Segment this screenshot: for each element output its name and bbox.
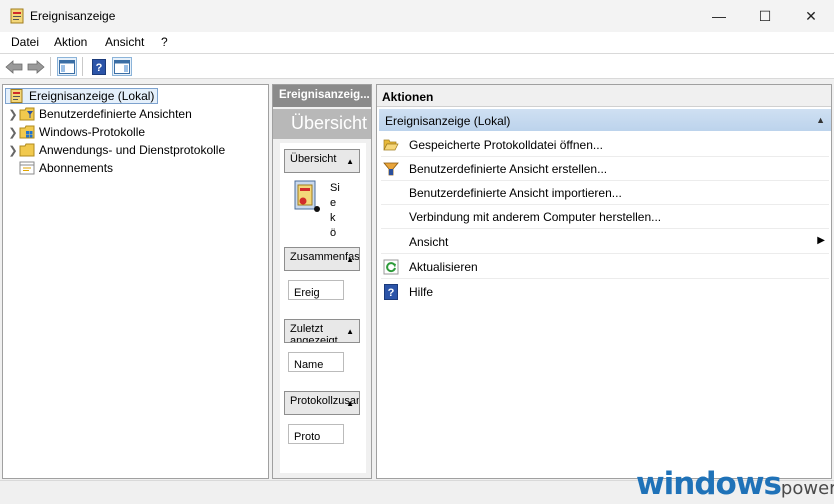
collapse-icon[interactable]: ▲ <box>346 254 354 266</box>
section-header-summary[interactable]: Zusammenfassung ▲ <box>284 247 360 271</box>
tree-node-subscriptions[interactable]: Abonnements <box>7 159 113 177</box>
tree-node-root[interactable]: Ereignisanzeige (Lokal) <box>5 87 159 105</box>
action-help[interactable]: ? Hilfe <box>381 280 829 304</box>
overview-text-line: ö <box>330 227 337 239</box>
folder-icon <box>19 143 35 157</box>
pane-header: Ereignisanzeig... <box>273 85 371 107</box>
section-title: Übersicht <box>290 153 337 165</box>
section-header-recent[interactable]: Zuletzt angezeigt ▲ <box>284 319 360 343</box>
actions-group-title: Ereignisanzeige (Lokal) <box>385 114 511 128</box>
menu-ansicht[interactable]: Ansicht <box>105 35 144 49</box>
help-icon: ? <box>383 284 399 300</box>
action-label: Benutzerdefinierte Ansicht importieren..… <box>409 186 622 200</box>
action-label: Aktualisieren <box>409 260 478 274</box>
action-view[interactable]: Ansicht ▶ <box>381 230 829 254</box>
toolbar-separator <box>50 57 51 76</box>
tree-node-label: Ereignisanzeige (Lokal) <box>29 89 155 103</box>
back-arrow-icon <box>5 59 23 74</box>
svg-text:?: ? <box>96 62 103 74</box>
section-header-overview[interactable]: Übersicht ▲ <box>284 149 360 173</box>
expand-chevron-icon[interactable]: ❯ <box>7 144 19 157</box>
overview-text-line: e <box>330 197 337 209</box>
action-label: Verbindung mit anderem Computer herstell… <box>409 210 662 224</box>
action-label: Ansicht <box>409 235 449 249</box>
collapse-icon[interactable]: ▲ <box>346 398 354 410</box>
toolbar-separator <box>82 57 83 76</box>
back-button[interactable] <box>4 57 24 76</box>
menu-aktion[interactable]: Aktion <box>54 35 87 49</box>
action-connect-computer[interactable]: Verbindung mit anderem Computer herstell… <box>381 205 829 229</box>
event-viewer-icon <box>10 89 23 103</box>
console-tree: Ereignisanzeige (Lokal) ❯ Benutzerdefini… <box>2 84 269 479</box>
watermark-suffix: power. <box>780 478 834 499</box>
action-import-custom-view[interactable]: Benutzerdefinierte Ansicht importieren..… <box>381 181 829 205</box>
menu-datei[interactable]: Datei <box>11 35 39 49</box>
overview-content: Übersicht ▲ Si e k ö Zusammenfassung ▲ E… <box>280 143 366 473</box>
tree-node-label: Abonnements <box>39 161 114 175</box>
maximize-icon: ☐ <box>758 7 772 24</box>
expand-chevron-icon[interactable]: ❯ <box>7 108 19 121</box>
tree-node-label: Windows-Protokolle <box>39 125 146 139</box>
action-create-custom-view[interactable]: Benutzerdefinierte Ansicht erstellen... <box>381 157 829 181</box>
event-log-icon <box>294 180 320 212</box>
collapse-icon[interactable]: ▲ <box>346 326 354 338</box>
action-label: Gespeicherte Protokolldatei öffnen... <box>409 138 603 152</box>
tree-node-selection: Ereignisanzeige (Lokal) <box>5 88 159 104</box>
filter-icon <box>383 161 399 177</box>
close-button[interactable]: ✕ <box>788 0 834 32</box>
action-label: Hilfe <box>409 285 434 299</box>
toolbar: ? <box>0 53 834 79</box>
forward-arrow-icon <box>27 59 45 74</box>
overview-pane: Ereignisanzeig... Übersicht Übersicht ▲ … <box>272 84 372 479</box>
event-viewer-app-icon <box>10 8 24 24</box>
help-button[interactable]: ? <box>89 57 109 76</box>
minimize-icon: — <box>712 8 726 24</box>
show-hide-action-pane-icon <box>114 59 130 74</box>
log-summary-table[interactable]: Proto <box>288 424 344 444</box>
title-bar: Ereignisanzeige — ☐ ✕ <box>0 0 834 32</box>
actions-header: Aktionen <box>377 85 831 107</box>
section-header-log-summary[interactable]: Protokollzusammenfassung ▲ <box>284 391 360 415</box>
tree-node-custom-views[interactable]: ❯ Benutzerdefinierte Ansichten <box>7 105 192 123</box>
section-title: Zuletzt angezeigt <box>290 323 338 343</box>
summary-table[interactable]: Ereig <box>288 280 344 300</box>
actions-group-header[interactable]: Ereignisanzeige (Lokal) ▲ <box>379 109 831 131</box>
watermark-logo: windowspower. <box>636 466 834 502</box>
show-hide-tree-button[interactable] <box>57 57 77 76</box>
minimize-button[interactable]: — <box>696 0 742 32</box>
action-refresh[interactable]: Aktualisieren <box>381 255 829 279</box>
menu-bar: Datei Aktion Ansicht ? <box>0 32 834 53</box>
expand-chevron-icon[interactable]: ❯ <box>7 126 19 139</box>
open-folder-icon <box>383 137 399 153</box>
tree-node-app-service-logs[interactable]: ❯ Anwendungs- und Dienstprotokolle <box>7 141 225 159</box>
actions-pane: Aktionen Ereignisanzeige (Lokal) ▲ Gespe… <box>376 84 832 479</box>
submenu-arrow-icon: ▶ <box>817 235 825 246</box>
subscriptions-icon <box>19 161 35 175</box>
action-open-saved-log[interactable]: Gespeicherte Protokolldatei öffnen... <box>381 133 829 157</box>
overview-text-line: Si <box>330 182 340 194</box>
svg-text:?: ? <box>388 287 395 299</box>
collapse-icon[interactable]: ▲ <box>346 156 354 168</box>
collapse-icon[interactable]: ▲ <box>816 115 825 125</box>
window-title: Ereignisanzeige <box>30 9 116 23</box>
tree-node-label: Anwendungs- und Dienstprotokolle <box>39 143 226 157</box>
tree-node-windows-logs[interactable]: ❯ Windows-Protokolle <box>7 123 145 141</box>
refresh-icon <box>383 259 399 275</box>
show-hide-action-pane-button[interactable] <box>112 57 132 76</box>
forward-button[interactable] <box>26 57 46 76</box>
watermark-main: windows <box>636 466 782 502</box>
overview-text-line: k <box>330 212 336 224</box>
recent-table[interactable]: Name <box>288 352 344 372</box>
tree-node-label: Benutzerdefinierte Ansichten <box>39 107 192 121</box>
windows-logs-folder-icon <box>19 125 35 139</box>
overview-text: Si e k ö <box>330 181 340 241</box>
maximize-button[interactable]: ☐ <box>742 0 788 32</box>
help-icon: ? <box>92 58 106 75</box>
close-icon: ✕ <box>805 7 817 24</box>
show-hide-tree-icon <box>59 59 75 74</box>
folder-filter-icon <box>19 107 35 121</box>
action-label: Benutzerdefinierte Ansicht erstellen... <box>409 162 608 176</box>
menu-help[interactable]: ? <box>161 35 168 49</box>
overview-banner: Übersicht <box>273 109 371 139</box>
